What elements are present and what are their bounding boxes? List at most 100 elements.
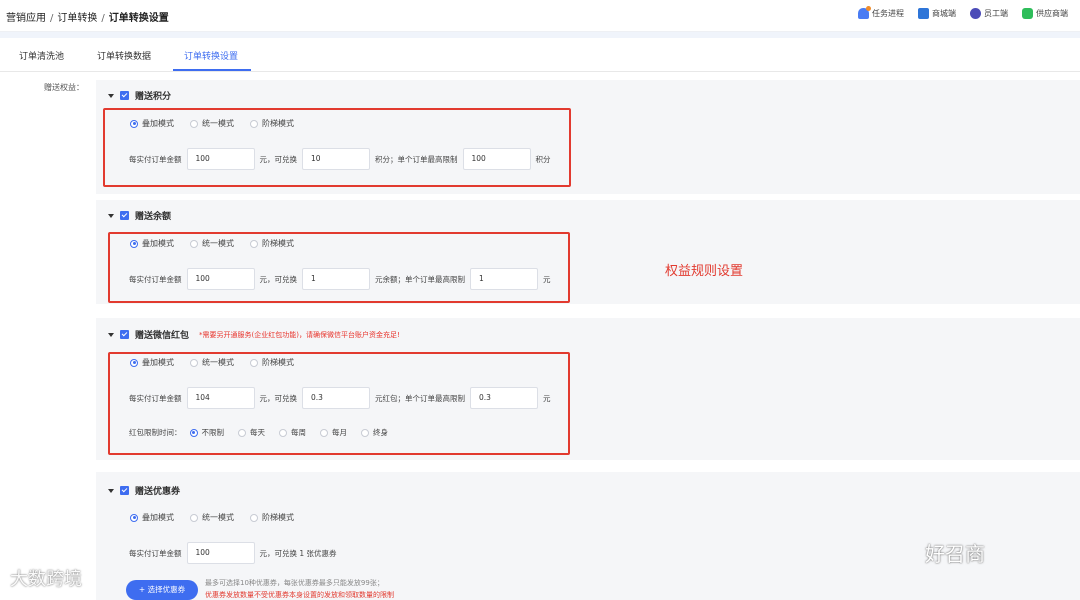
radio-icon <box>250 119 258 128</box>
mode-label: 统一模式 <box>202 239 234 248</box>
redpacket-amount-input[interactable]: 104 <box>186 387 255 409</box>
time-limit-label: 红包限制时间： <box>129 428 182 437</box>
coupon-checkbox[interactable] <box>120 486 129 495</box>
points-limit-input[interactable]: 100 <box>462 148 531 170</box>
radio-icon <box>250 358 258 367</box>
mode-radio-stack[interactable]: 叠加模式 <box>130 512 190 523</box>
mode-radio-unified[interactable]: 统一模式 <box>190 357 250 368</box>
breadcrumb-item-order-convert[interactable]: 订单转换 <box>57 13 97 24</box>
tab-order-cleaning-pool[interactable]: 订单清洗池 <box>19 49 64 62</box>
breadcrumb-item-current: 订单转换设置 <box>108 13 169 24</box>
mode-radio-unified[interactable]: 统一模式 <box>190 512 250 523</box>
mode-radio-stack[interactable]: 叠加模式 <box>130 238 190 249</box>
exchange-label: 元，可兑换 <box>259 154 298 164</box>
task-progress-label: 任务进程 <box>872 9 904 18</box>
mode-label: 叠加模式 <box>142 239 174 248</box>
tab-bar: 订单清洗池 订单转换数据 订单转换设置 <box>0 38 1080 72</box>
top-actions: 任务进程 商城端 员工端 供应商端 <box>858 6 1068 19</box>
collapse-caret-icon[interactable] <box>108 488 114 493</box>
breadcrumb-item-marketing[interactable]: 营销应用 <box>6 13 46 24</box>
time-option-label: 不限制 <box>201 428 225 437</box>
benefit-rules-annotation: 权益规则设置 <box>665 264 744 279</box>
time-radio-daily[interactable]: 每天 <box>238 427 265 438</box>
time-radio-unlimited[interactable]: 不限制 <box>189 427 225 438</box>
redpacket-limit-input[interactable]: 0.3 <box>470 387 538 409</box>
radio-selected-icon <box>130 119 138 128</box>
collapse-caret-icon[interactable] <box>108 332 114 337</box>
points-checkbox[interactable] <box>120 91 129 100</box>
radio-icon <box>190 513 198 522</box>
radio-selected-icon <box>130 358 138 367</box>
time-radio-lifetime[interactable]: 终身 <box>361 427 388 438</box>
breadcrumb-separator: / <box>101 13 105 24</box>
points-section <box>96 80 1080 194</box>
mode-radio-stack[interactable]: 叠加模式 <box>130 357 190 368</box>
select-coupon-button[interactable]: + 选择优惠券 <box>126 580 198 600</box>
gift-benefits-label: 赠送权益： <box>44 83 84 92</box>
balance-limit-input[interactable]: 1 <box>470 268 538 290</box>
limit-label: 元红包；单个订单最高限制 <box>375 393 465 403</box>
time-radio-monthly[interactable]: 每月 <box>320 427 347 438</box>
task-progress-link[interactable]: 任务进程 <box>858 6 904 19</box>
radio-icon <box>361 428 369 437</box>
radio-icon <box>190 239 198 248</box>
radio-selected-icon <box>130 513 138 522</box>
collapse-caret-icon[interactable] <box>108 93 114 98</box>
mode-radio-tiered[interactable]: 阶梯模式 <box>250 118 310 129</box>
collapse-caret-icon[interactable] <box>108 213 114 218</box>
coupon-amount-input[interactable]: 100 <box>186 542 255 564</box>
mode-radio-unified[interactable]: 统一模式 <box>190 238 250 249</box>
mode-label: 叠加模式 <box>142 358 174 367</box>
radio-icon <box>279 428 287 437</box>
radio-icon <box>190 119 198 128</box>
mode-radio-tiered[interactable]: 阶梯模式 <box>250 357 310 368</box>
amount-label: 每实付订单金额 <box>129 154 182 164</box>
mode-radio-stack[interactable]: 叠加模式 <box>130 118 190 129</box>
tab-order-convert-data[interactable]: 订单转换数据 <box>97 49 151 62</box>
balance-exchange-input[interactable]: 1 <box>302 268 370 290</box>
mode-label: 统一模式 <box>202 119 234 128</box>
redpacket-time-limit-row: 红包限制时间： 不限制 每天 每周 每月 终身 <box>127 427 402 438</box>
redpacket-exchange-input[interactable]: 0.3 <box>302 387 370 409</box>
amount-label: 每实付订单金额 <box>129 548 182 558</box>
coupon-tip-warning: 优惠券发放数量不受优惠券本身设置的发放和领取数量的限制 <box>205 591 394 599</box>
watermark-logo: 大数跨境 <box>10 569 82 590</box>
bell-icon <box>858 6 871 19</box>
time-radio-weekly[interactable]: 每周 <box>279 427 306 438</box>
supplier-icon <box>1022 8 1033 19</box>
mode-label: 阶梯模式 <box>262 513 294 522</box>
time-option-label: 每周 <box>291 428 306 437</box>
radio-selected-icon <box>130 239 138 248</box>
balance-section-header: 赠送余额 <box>108 209 171 222</box>
points-rule-row: 每实付订单金额 100 元，可兑换 10 积分；单个订单最高限制 100 积分 <box>127 148 553 170</box>
radio-icon <box>250 239 258 248</box>
balance-amount-input[interactable]: 100 <box>186 268 255 290</box>
staff-link[interactable]: 员工端 <box>970 8 1008 19</box>
redpacket-notice: *需要另开通服务(企业红包功能)，请确保微信平台账户资金充足! <box>199 330 400 339</box>
mode-radio-unified[interactable]: 统一模式 <box>190 118 250 129</box>
breadcrumb: 营销应用 / 订单转换 / 订单转换设置 <box>6 9 169 24</box>
coupon-section-header: 赠送优惠券 <box>108 484 180 497</box>
redpacket-checkbox[interactable] <box>120 330 129 339</box>
radio-selected-icon <box>189 428 198 437</box>
staff-label: 员工端 <box>984 9 1008 18</box>
mode-label: 叠加模式 <box>142 119 174 128</box>
amount-label: 每实付订单金额 <box>129 393 182 403</box>
store-label: 商城端 <box>932 9 956 18</box>
redpacket-rule-row: 每实付订单金额 104 元，可兑换 0.3 元红包；单个订单最高限制 0.3 元 <box>127 387 553 409</box>
coupon-title: 赠送优惠券 <box>135 487 181 497</box>
balance-checkbox[interactable] <box>120 211 129 220</box>
coupon-tip: 最多可选择10种优惠券，每张优惠券最多只能发放99张； <box>205 579 384 587</box>
coupon-rule-row: 每实付订单金额 100 元，可兑换 1 张优惠券 <box>127 542 339 564</box>
points-amount-input[interactable]: 100 <box>186 148 255 170</box>
mode-radio-tiered[interactable]: 阶梯模式 <box>250 238 310 249</box>
points-exchange-input[interactable]: 10 <box>302 148 370 170</box>
tab-order-convert-settings[interactable]: 订单转换设置 <box>184 49 238 62</box>
unit-label: 元 <box>543 393 551 403</box>
exchange-label: 元，可兑换 1 张优惠券 <box>259 548 337 558</box>
mode-label: 统一模式 <box>202 513 234 522</box>
radio-icon <box>320 428 328 437</box>
supplier-link[interactable]: 供应商端 <box>1022 8 1068 19</box>
store-link[interactable]: 商城端 <box>918 8 956 19</box>
mode-radio-tiered[interactable]: 阶梯模式 <box>250 512 310 523</box>
